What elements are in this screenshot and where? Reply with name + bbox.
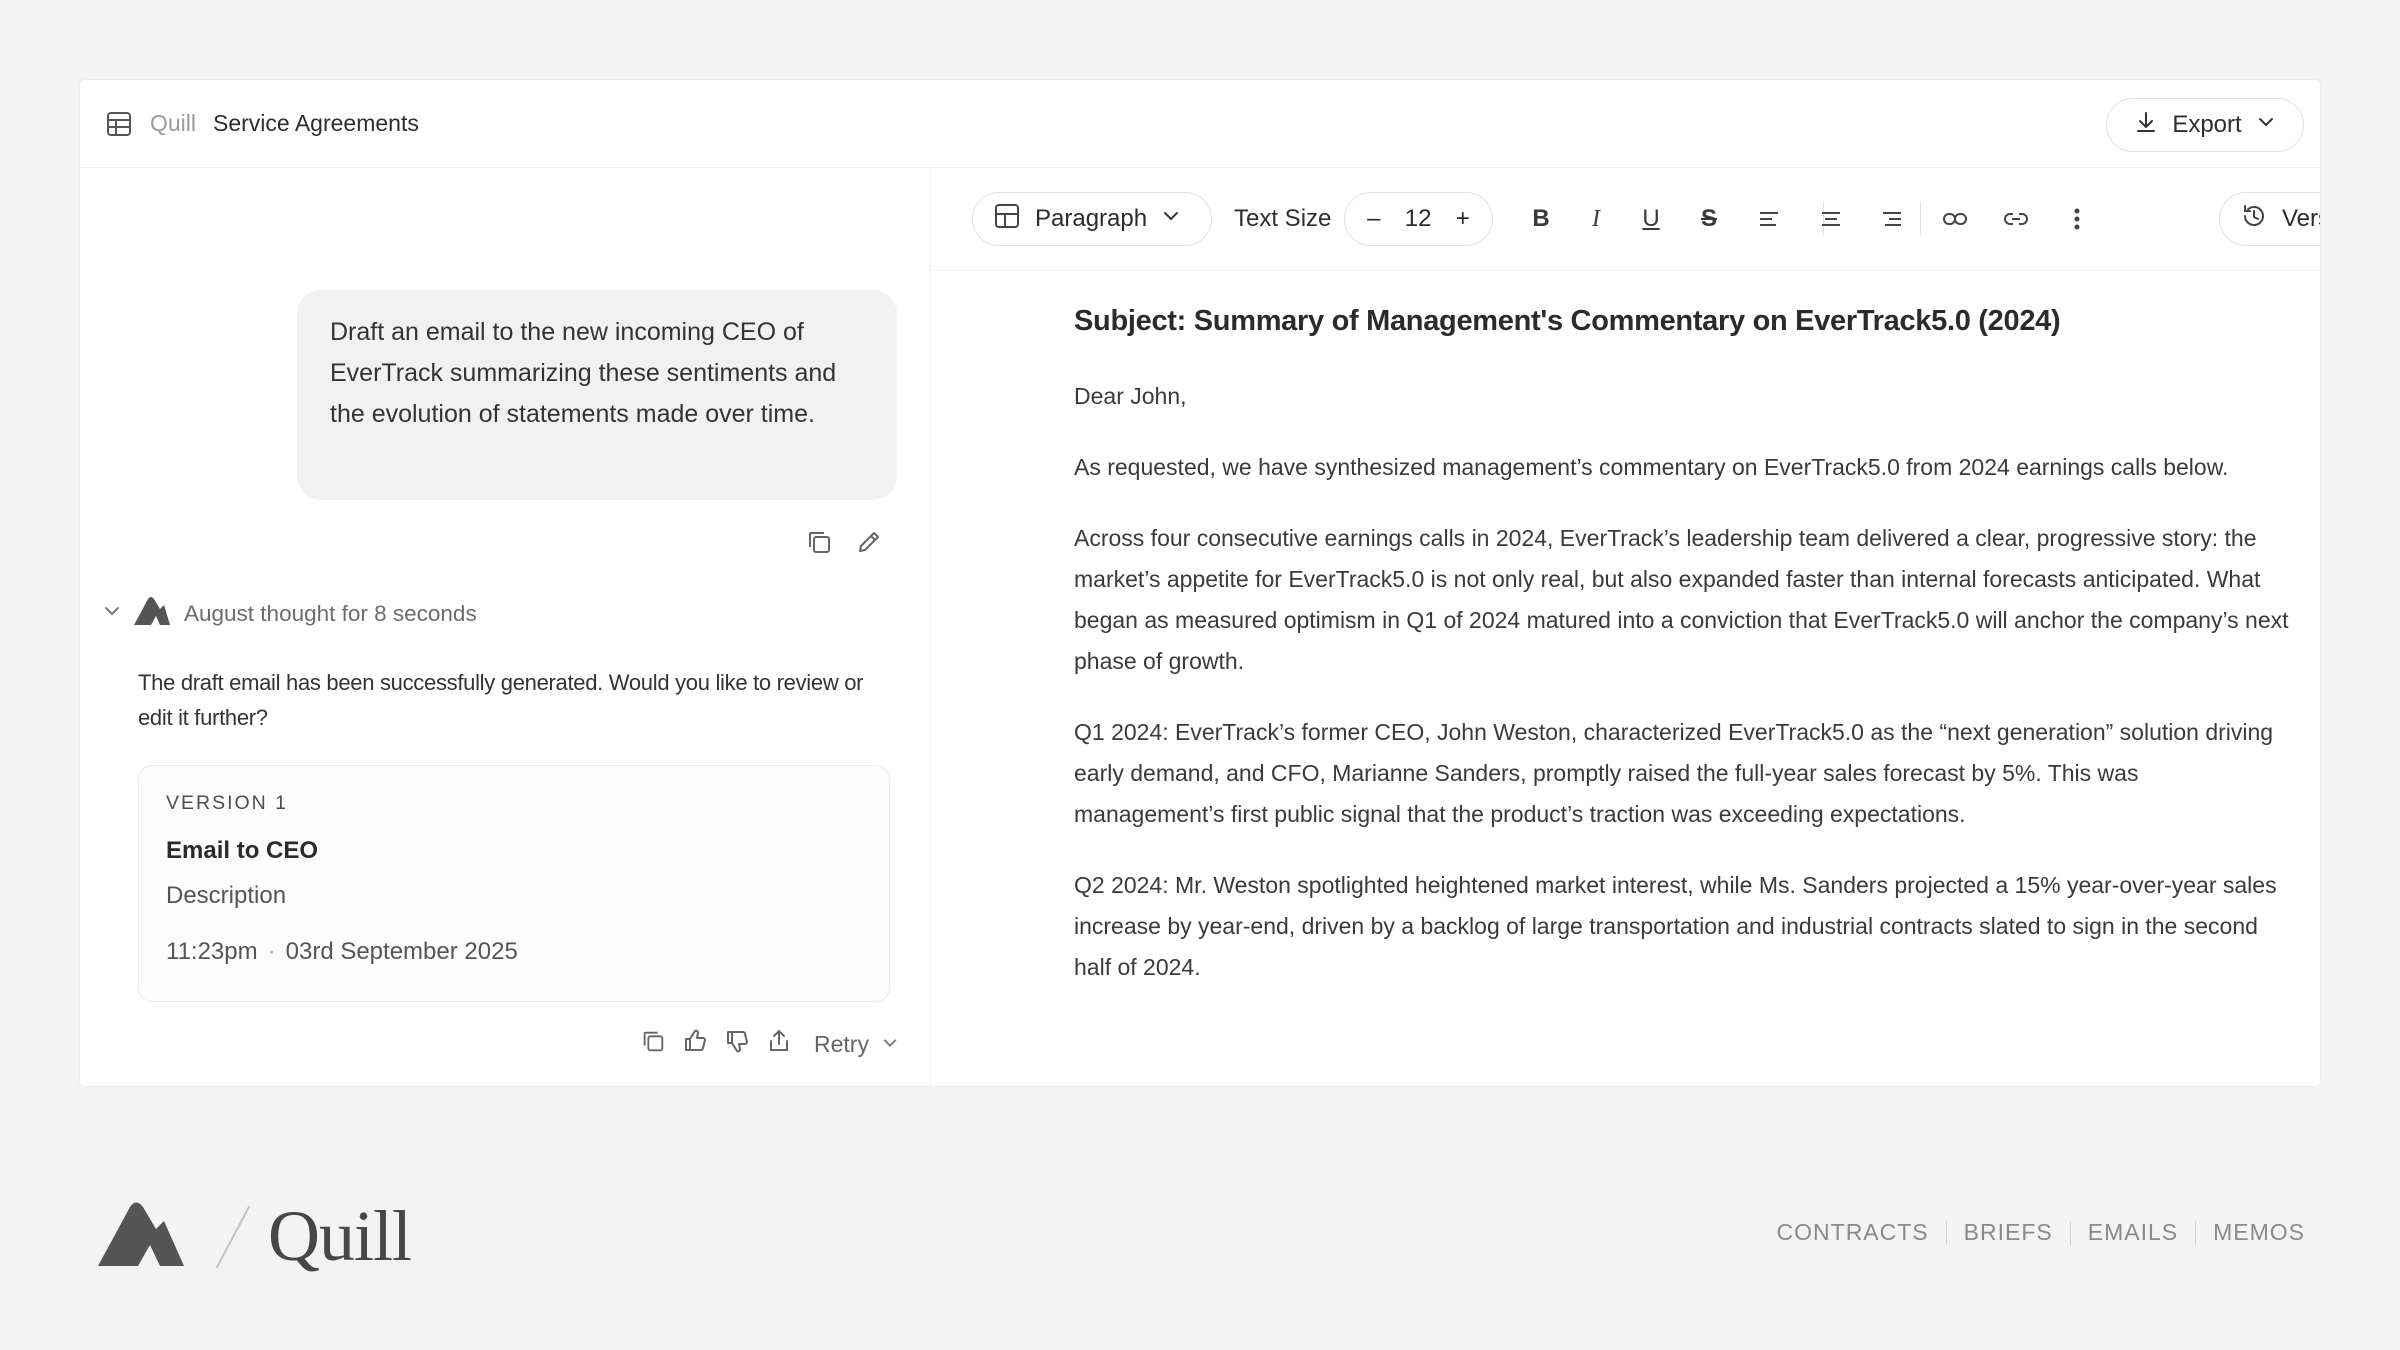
align-right-icon[interactable]: [1877, 204, 1907, 234]
footer-divider: [2195, 1220, 2197, 1245]
footer-link-memos[interactable]: MEMOS: [2213, 1219, 2305, 1246]
breadcrumb-root[interactable]: Quill: [150, 110, 196, 137]
text-size-stepper: – 12 +: [1344, 192, 1493, 246]
app-window: Quill Service Agreements Export Draft an…: [79, 79, 2321, 1087]
august-logo-icon: [98, 1201, 186, 1272]
block-layout-icon: [993, 202, 1021, 237]
align-left-icon[interactable]: [1754, 204, 1784, 234]
footer-divider: [1945, 1220, 1947, 1245]
retry-button[interactable]: Retry: [814, 1031, 899, 1058]
chevron-down-icon: [102, 601, 122, 626]
thumbs-up-icon[interactable]: [682, 1028, 708, 1060]
editor-pane: Paragraph Text Size – 12 + B I U S Ver S…: [931, 168, 2320, 1086]
text-size-label: Text Size: [1234, 205, 1332, 232]
chevron-down-icon: [2256, 111, 2276, 139]
underline-icon[interactable]: U: [1636, 204, 1666, 234]
thought-toggle[interactable]: August thought for 8 seconds: [102, 596, 477, 631]
editor-toolbar: Paragraph Text Size – 12 + B I U S Ver: [931, 168, 2320, 271]
top-bar: Quill Service Agreements Export: [80, 80, 2320, 168]
email-paragraph: Across four consecutive earnings calls i…: [1074, 525, 2289, 674]
footer-link-emails[interactable]: EMAILS: [2088, 1219, 2178, 1246]
block-style-select[interactable]: Paragraph: [972, 192, 1212, 246]
copy-icon[interactable]: [640, 1028, 666, 1060]
document-body[interactable]: Subject: Summary of Management's Comment…: [1074, 303, 2289, 988]
email-paragraph: Q2 2024: Mr. Weston spotlighted heighten…: [1074, 872, 2277, 980]
version-card[interactable]: VERSION 1 Email to CEO Description 11:23…: [138, 765, 890, 1002]
chevron-down-icon: [881, 1031, 899, 1058]
strikethrough-icon[interactable]: S: [1694, 204, 1724, 234]
email-subject: Subject: Summary of Management's Comment…: [1074, 305, 2061, 337]
unlink-icon[interactable]: [2001, 204, 2031, 234]
share-icon[interactable]: [766, 1028, 792, 1060]
retry-label: Retry: [814, 1030, 869, 1057]
footer-nav: CONTRACTS BRIEFS EMAILS MEMOS: [1777, 1219, 2305, 1246]
email-paragraph: As requested, we have synthesized manage…: [1074, 454, 2229, 480]
footer-divider: [2069, 1220, 2071, 1245]
version-title: Email to CEO: [166, 837, 319, 864]
chat-pane: Draft an email to the new incoming CEO o…: [80, 168, 931, 1086]
table-icon[interactable]: [105, 109, 135, 139]
version-tag: VERSION 1: [166, 792, 289, 814]
footer-link-contracts[interactable]: CONTRACTS: [1777, 1219, 1929, 1246]
history-icon: [2240, 202, 2268, 237]
breadcrumb-page[interactable]: Service Agreements: [213, 110, 419, 137]
email-greeting: Dear John,: [1074, 383, 1187, 409]
version-time: 11:23pm: [166, 938, 258, 965]
decrease-size-button[interactable]: –: [1367, 205, 1380, 233]
quill-wordmark: Quill: [268, 1196, 412, 1276]
version-meta: 11:23pm · 03rd September 2025: [166, 938, 862, 966]
italic-icon[interactable]: I: [1581, 204, 1611, 234]
user-message: Draft an email to the new incoming CEO o…: [297, 290, 897, 500]
thought-label: August thought for 8 seconds: [184, 600, 477, 626]
reply-actions: Retry: [640, 1028, 899, 1060]
version-date: 03rd September 2025: [285, 938, 518, 965]
bold-icon[interactable]: B: [1526, 204, 1556, 234]
link-icon[interactable]: [1940, 204, 1970, 234]
brand-divider: [215, 1205, 251, 1268]
align-center-icon[interactable]: [1816, 204, 1846, 234]
export-label: Export: [2172, 111, 2242, 138]
chevron-down-icon: [1161, 205, 1181, 233]
copy-icon[interactable]: [805, 528, 833, 561]
toolbar-divider: [1920, 202, 1921, 236]
separator-dot: ·: [267, 938, 276, 965]
august-logo-icon: [134, 596, 170, 631]
version-select[interactable]: Version: [2219, 192, 2320, 246]
footer-link-briefs[interactable]: BRIEFS: [1964, 1219, 2053, 1246]
block-style-value: Paragraph: [1035, 205, 1148, 232]
message-actions: [805, 528, 883, 561]
text-size-value[interactable]: 12: [1405, 205, 1432, 233]
increase-size-button[interactable]: +: [1456, 205, 1470, 233]
thumbs-down-icon[interactable]: [724, 1028, 750, 1060]
more-options-icon[interactable]: [2062, 204, 2092, 234]
assistant-reply: The draft email has been successfully ge…: [138, 670, 864, 730]
email-paragraph: Q1 2024: EverTrack’s former CEO, John We…: [1074, 719, 2274, 827]
download-icon: [2134, 110, 2158, 141]
export-button[interactable]: Export: [2106, 98, 2304, 152]
footer-brand: Quill: [98, 1195, 412, 1278]
version-select-label: Version: [2282, 205, 2320, 232]
version-description: Description: [166, 882, 287, 909]
edit-icon[interactable]: [855, 528, 883, 561]
